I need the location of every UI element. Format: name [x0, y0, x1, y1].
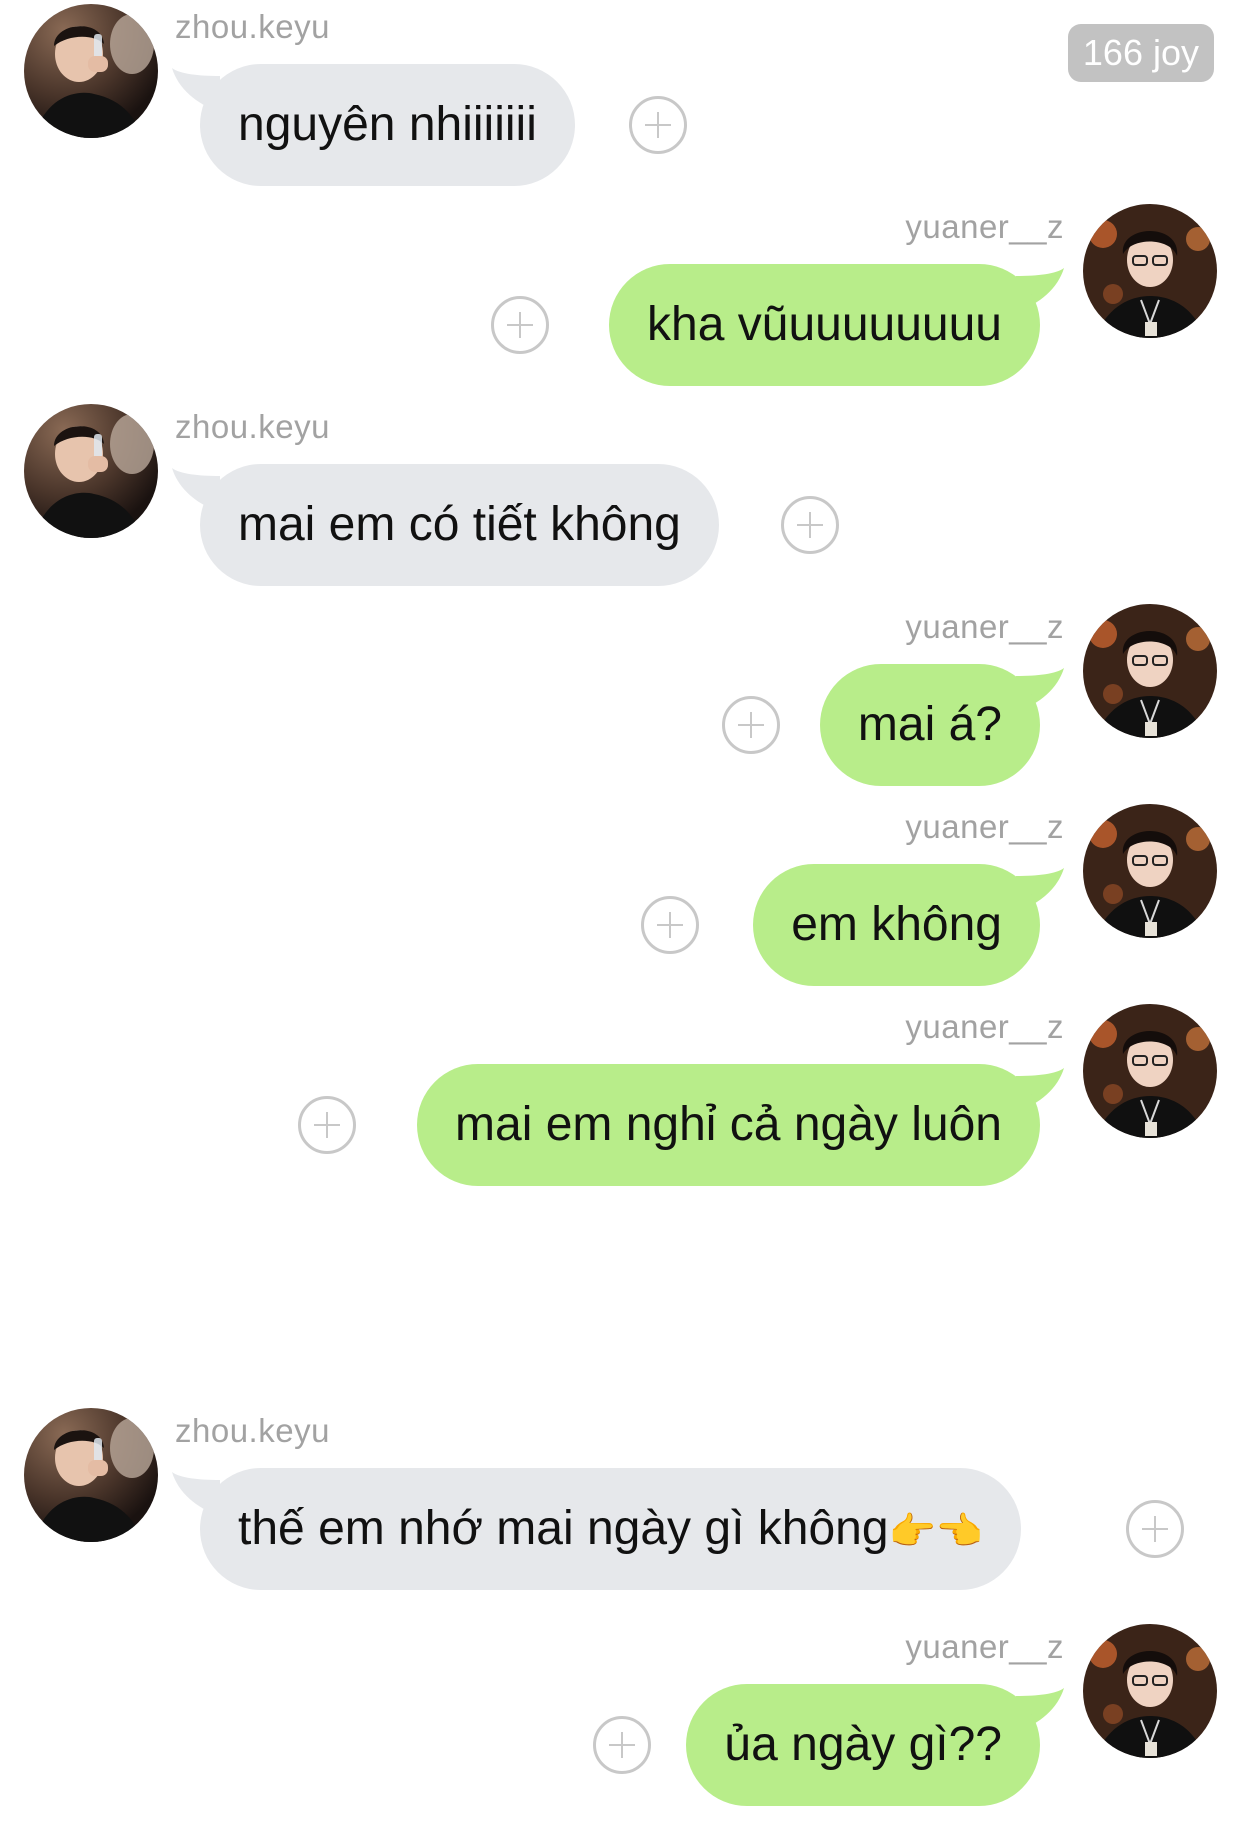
message-row: zhou.keyu mai em có tiết không — [0, 404, 1242, 604]
outgoing-message-bubble[interactable]: kha vũuuuuuuuu — [609, 264, 1040, 386]
add-reaction-plus-icon[interactable] — [781, 496, 839, 554]
sender-name: zhou.keyu — [175, 408, 330, 445]
add-reaction-plus-icon[interactable] — [722, 696, 780, 754]
avatar-yuaner-z[interactable] — [1083, 204, 1217, 338]
avatar-photo-icon — [24, 1408, 158, 1542]
message-text: thế em nhớ mai ngày gì không — [238, 1502, 889, 1555]
sender-name: yuaner__z — [905, 608, 1064, 645]
message-row: yuaner__z em không — [0, 804, 1242, 1004]
pointing-right-emoji-icon: 👉 — [888, 1509, 936, 1554]
outgoing-message-bubble[interactable]: mai á? — [819, 664, 1040, 786]
add-reaction-plus-icon[interactable] — [641, 896, 699, 954]
incoming-message-bubble[interactable]: nguyên nhiiiiiii — [200, 64, 575, 186]
outgoing-message-bubble[interactable]: ủa ngày gì?? — [686, 1684, 1040, 1806]
sender-name: zhou.keyu — [175, 1412, 330, 1449]
outgoing-message-bubble[interactable]: em không — [753, 864, 1040, 986]
sender-name: yuaner__z — [905, 1628, 1064, 1665]
avatar-photo-icon — [1083, 804, 1217, 938]
add-reaction-plus-icon[interactable] — [629, 96, 687, 154]
avatar-zhou-keyu[interactable] — [24, 404, 158, 538]
message-row: zhou.keyu thế em nhớ mai ngày gì không👉👈 — [0, 1408, 1242, 1608]
avatar-zhou-keyu[interactable] — [24, 4, 158, 138]
message-row: yuaner__z ủa ngày gì?? — [0, 1624, 1242, 1824]
sender-name: zhou.keyu — [175, 8, 330, 45]
avatar-yuaner-z[interactable] — [1083, 1624, 1217, 1758]
chat-thread[interactable]: 166 joy zhou.keyu nguyên nhiiiiiii yuane… — [0, 0, 1242, 1838]
avatar-zhou-keyu[interactable] — [24, 1408, 158, 1542]
avatar-photo-icon — [24, 4, 158, 138]
sender-name: yuaner__z — [905, 1008, 1064, 1045]
outgoing-message-bubble[interactable]: mai em nghỉ cả ngày luôn — [417, 1064, 1040, 1186]
add-reaction-plus-icon[interactable] — [593, 1716, 651, 1774]
sender-name: yuaner__z — [905, 808, 1064, 845]
message-row: yuaner__z kha vũuuuuuuuu — [0, 204, 1242, 404]
message-row: zhou.keyu nguyên nhiiiiiii — [0, 4, 1242, 204]
incoming-message-bubble[interactable]: mai em có tiết không — [200, 464, 719, 586]
message-row: yuaner__z mai em nghỉ cả ngày luôn — [0, 1004, 1242, 1204]
avatar-yuaner-z[interactable] — [1083, 804, 1217, 938]
add-reaction-plus-icon[interactable] — [491, 296, 549, 354]
sender-name: yuaner__z — [905, 208, 1064, 245]
add-reaction-plus-icon[interactable] — [298, 1096, 356, 1154]
pointing-left-emoji-icon: 👈 — [935, 1509, 984, 1554]
avatar-photo-icon — [1083, 204, 1217, 338]
incoming-message-bubble[interactable]: thế em nhớ mai ngày gì không👉👈 — [200, 1468, 1022, 1590]
message-row: yuaner__z mai á? — [0, 604, 1242, 804]
avatar-photo-icon — [1083, 1624, 1217, 1758]
avatar-photo-icon — [1083, 604, 1217, 738]
avatar-photo-icon — [1083, 1004, 1217, 1138]
avatar-photo-icon — [24, 404, 158, 538]
add-reaction-plus-icon[interactable] — [1126, 1500, 1184, 1558]
avatar-yuaner-z[interactable] — [1083, 604, 1217, 738]
avatar-yuaner-z[interactable] — [1083, 1004, 1217, 1138]
